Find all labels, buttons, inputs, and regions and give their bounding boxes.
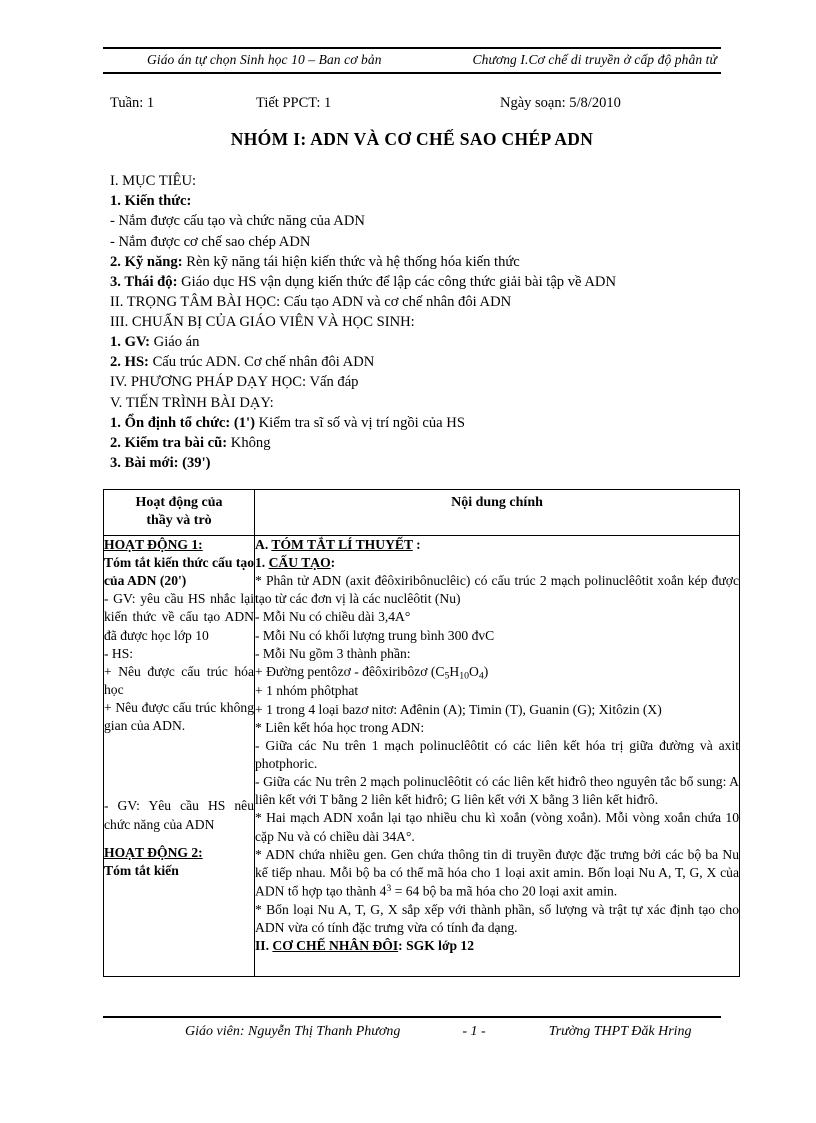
activity1-student-point1: + Nêu được cấu trúc hóa học bbox=[104, 663, 254, 697]
footer-teacher-name: Giáo viên: Nguyễn Thị Thanh Phương bbox=[185, 1024, 401, 1039]
section-ii-tail: : SGK lớp 12 bbox=[398, 937, 475, 953]
section-a-heading: A. TÓM TẮT LÍ THUYẾT : bbox=[255, 536, 739, 554]
content-paragraph: * Phân tử ADN (axit đêôxiribônuclêic) có… bbox=[255, 573, 739, 607]
outline-attitude-text: Giáo dục HS vận dụng kiến thức để lập cá… bbox=[177, 273, 616, 290]
running-header: Giáo án tự chọn Sinh học 10 – Ban cơ bản… bbox=[103, 47, 721, 74]
content-formula-line: + Đường pentôzơ - đêôxiribôzơ (C5H10O4) bbox=[255, 663, 739, 683]
activity2-title: Tóm tắt kiến bbox=[104, 862, 179, 878]
section-a-tail: : bbox=[412, 536, 421, 552]
section-ii-prefix: II. bbox=[255, 937, 273, 953]
lesson-meta-line: Tuần: 1 Tiết PPCT: 1 Ngày soạn: 5/8/2010 bbox=[103, 94, 721, 112]
outline-org-label: 1. Ổn định tổ chức: (1') bbox=[110, 414, 255, 431]
activities-cell: HOẠT ĐỘNG 1: Tóm tắt kiến thức cấu tạo c… bbox=[103, 534, 255, 977]
content-paragraph: - Mỗi Nu có khối lượng trung bình 300 đv… bbox=[255, 627, 495, 643]
outline-gv-text: Giáo án bbox=[150, 334, 200, 351]
outline-line: II. TRỌNG TÂM BÀI HỌC: Cấu tạo ADN và cơ… bbox=[110, 293, 512, 310]
content-paragraph: - Giữa các Nu trên 1 mạch polinuclêôtit … bbox=[255, 737, 739, 771]
section-ii-underline: CƠ CHẾ NHÂN ĐÔI bbox=[272, 937, 399, 953]
activity1-heading: HOẠT ĐỘNG 1: bbox=[104, 536, 203, 552]
outline-skill-label: 2. Kỹ năng: bbox=[110, 253, 183, 270]
activity1-student-label: - HS: bbox=[104, 645, 134, 661]
outline-line: - Nắm được cấu tạo và chức năng của ADN bbox=[110, 213, 365, 230]
item1-prefix: 1. bbox=[255, 554, 269, 570]
page-footer: Giáo viên: Nguyễn Thị Thanh Phương - 1 -… bbox=[103, 1016, 721, 1040]
activity2-heading: HOẠT ĐỘNG 2: bbox=[104, 844, 203, 860]
item1-underline: CẤU TẠO bbox=[268, 554, 331, 570]
lesson-activity-table: Hoạt động của thầy và trò Nội dung chính… bbox=[103, 489, 740, 977]
outline-line: - Nắm được cơ chế sao chép ADN bbox=[110, 233, 311, 250]
outline-line: I. MỤC TIÊU: bbox=[110, 173, 197, 190]
column-header-content: Nội dung chính bbox=[254, 489, 740, 536]
outline-skill-text: Rèn kỹ năng tái hiện kiến thức và hệ thố… bbox=[182, 253, 520, 270]
page-title: NHÓM I: ADN VÀ CƠ CHẾ SAO CHÉP ADN bbox=[230, 129, 594, 150]
content-paragraph: - Mỗi Nu có chiều dài 3,4A° bbox=[255, 609, 411, 625]
content-paragraph: + 1 trong 4 loại bazơ nitơ: Ađênin (A); … bbox=[255, 701, 662, 717]
outline-line: III. CHUẨN BỊ CỦA GIÁO VIÊN VÀ HỌC SINH: bbox=[110, 314, 415, 330]
content-paragraph: * Hai mạch ADN xoắn lại tạo nhiều chu kì… bbox=[255, 810, 739, 844]
outline-attitude-label: 3. Thái độ: bbox=[110, 273, 178, 290]
column-header-activities: Hoạt động của thầy và trò bbox=[103, 489, 255, 536]
left-column-spacer bbox=[104, 735, 254, 797]
exponent-text-after: = 64 bộ ba mã hóa cho 20 loại axit amin. bbox=[391, 883, 618, 899]
content-paragraph: - Mỗi Nu gồm 3 thành phần: bbox=[255, 645, 411, 661]
table-header-row: Hoạt động của thầy và trò Nội dung chính bbox=[103, 489, 740, 536]
formula-sub-10: 10 bbox=[459, 670, 469, 682]
column-header-activities-line1: Hoạt động của bbox=[135, 495, 223, 510]
formula-suffix: ) bbox=[483, 663, 489, 679]
content-paragraph: * Liên kết hóa học trong ADN: bbox=[255, 719, 425, 735]
document-page: Giáo án tự chọn Sinh học 10 – Ban cơ bản… bbox=[0, 0, 816, 1123]
item1-heading: 1. CẤU TẠO: bbox=[255, 554, 739, 572]
activity1-title: Tóm tắt kiến thức cấu tạo của ADN (20') bbox=[104, 554, 254, 589]
content-paragraph: - Giữa các Nu trên 2 mạch polinuclêôtit … bbox=[255, 774, 739, 808]
section-a-underline: TÓM TẮT LÍ THUYẾT bbox=[271, 536, 413, 552]
running-header-right: Chương I.Cơ chế di truyền ở cấp độ phân … bbox=[472, 52, 717, 67]
running-header-left: Giáo án tự chọn Sinh học 10 – Ban cơ bản bbox=[147, 52, 382, 67]
outline-line: IV. PHƯƠNG PHÁP DẠY HỌC: Vấn đáp bbox=[110, 374, 359, 391]
outline-hs-label: 2. HS: bbox=[110, 354, 149, 371]
outline-line: 1. Kiến thức: bbox=[110, 193, 192, 210]
outline-org-text: Kiểm tra sĩ số và vị trí ngồi của HS bbox=[254, 414, 465, 431]
content-paragraph-exponent: * ADN chứa nhiều gen. Gen chứa thông tin… bbox=[255, 846, 739, 901]
activity1-teacher-step2: - GV: Yêu cầu HS nêu chức năng của ADN bbox=[104, 798, 254, 832]
outline-check-text: Không bbox=[227, 434, 271, 451]
activity1-student-point2: + Nêu được cấu trúc không gian của ADN. bbox=[104, 700, 254, 734]
content-cell: A. TÓM TẮT LÍ THUYẾT : 1. CẤU TẠO: * Phâ… bbox=[254, 534, 740, 977]
section-ii-heading: II. CƠ CHẾ NHÂN ĐÔI: SGK lớp 12 bbox=[255, 937, 739, 955]
outline-hs-text: Cấu trúc ADN. Cơ chế nhân đôi ADN bbox=[148, 354, 375, 371]
outline-line: V. TIẾN TRÌNH BÀI DẠY: bbox=[110, 394, 274, 411]
content-paragraph: * Bốn loại Nu A, T, G, X sắp xếp với thà… bbox=[255, 901, 739, 935]
formula-prefix: + Đường pentôzơ - đêôxiribôzơ (C bbox=[255, 663, 445, 679]
activity1-teacher-step: - GV: yêu cầu HS nhắc lại kiến thức về c… bbox=[104, 591, 254, 643]
section-a-prefix: A. bbox=[255, 536, 272, 552]
period-field: Tiết PPCT: 1 bbox=[256, 95, 332, 111]
week-field: Tuần: 1 bbox=[110, 95, 155, 111]
column-header-activities-line2: thầy và trò bbox=[146, 512, 212, 528]
formula-h: H bbox=[449, 663, 460, 679]
item1-tail: : bbox=[330, 554, 336, 570]
outline-new-label: 3. Bài mới: (39') bbox=[110, 454, 211, 471]
outline-check-label: 2. Kiểm tra bài cũ: bbox=[110, 434, 228, 451]
outline-gv-label: 1. GV: bbox=[110, 334, 151, 351]
footer-page-number: - 1 - bbox=[462, 1024, 486, 1039]
date-field: Ngày soạn: 5/8/2010 bbox=[500, 95, 621, 111]
content-paragraph: + 1 nhóm phôtphat bbox=[255, 683, 359, 699]
page-content: Giáo án tự chọn Sinh học 10 – Ban cơ bản… bbox=[103, 47, 740, 977]
footer-school-name: Trường THPT Đăk Hring bbox=[548, 1024, 692, 1039]
footer-row: Giáo viên: Nguyễn Thị Thanh Phương - 1 -… bbox=[103, 1024, 721, 1040]
table-row: HOẠT ĐỘNG 1: Tóm tắt kiến thức cấu tạo c… bbox=[103, 534, 740, 977]
formula-o: O bbox=[469, 663, 479, 679]
lesson-outline: I. MỤC TIÊU: 1. Kiến thức: - Nắm được cấ… bbox=[103, 171, 721, 473]
